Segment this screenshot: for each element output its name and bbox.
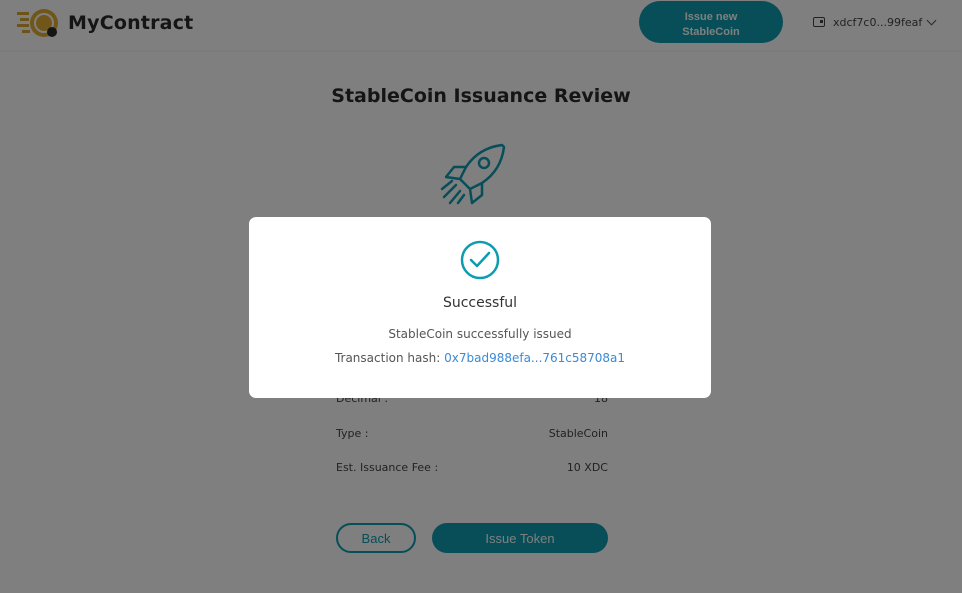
dialog-title: Successful: [442, 295, 518, 311]
success-dialog: Successful StableCoin successfully issue…: [249, 217, 711, 398]
transaction-hash-link[interactable]: 0x7bad988efa...761c58708a1: [444, 351, 625, 365]
check-circle-icon: [460, 240, 500, 280]
transaction-hash-line: Transaction hash: 0x7bad988efa...761c587…: [249, 351, 711, 365]
transaction-hash-label: Transaction hash:: [334, 351, 441, 365]
dialog-message: StableCoin successfully issued: [388, 327, 572, 341]
